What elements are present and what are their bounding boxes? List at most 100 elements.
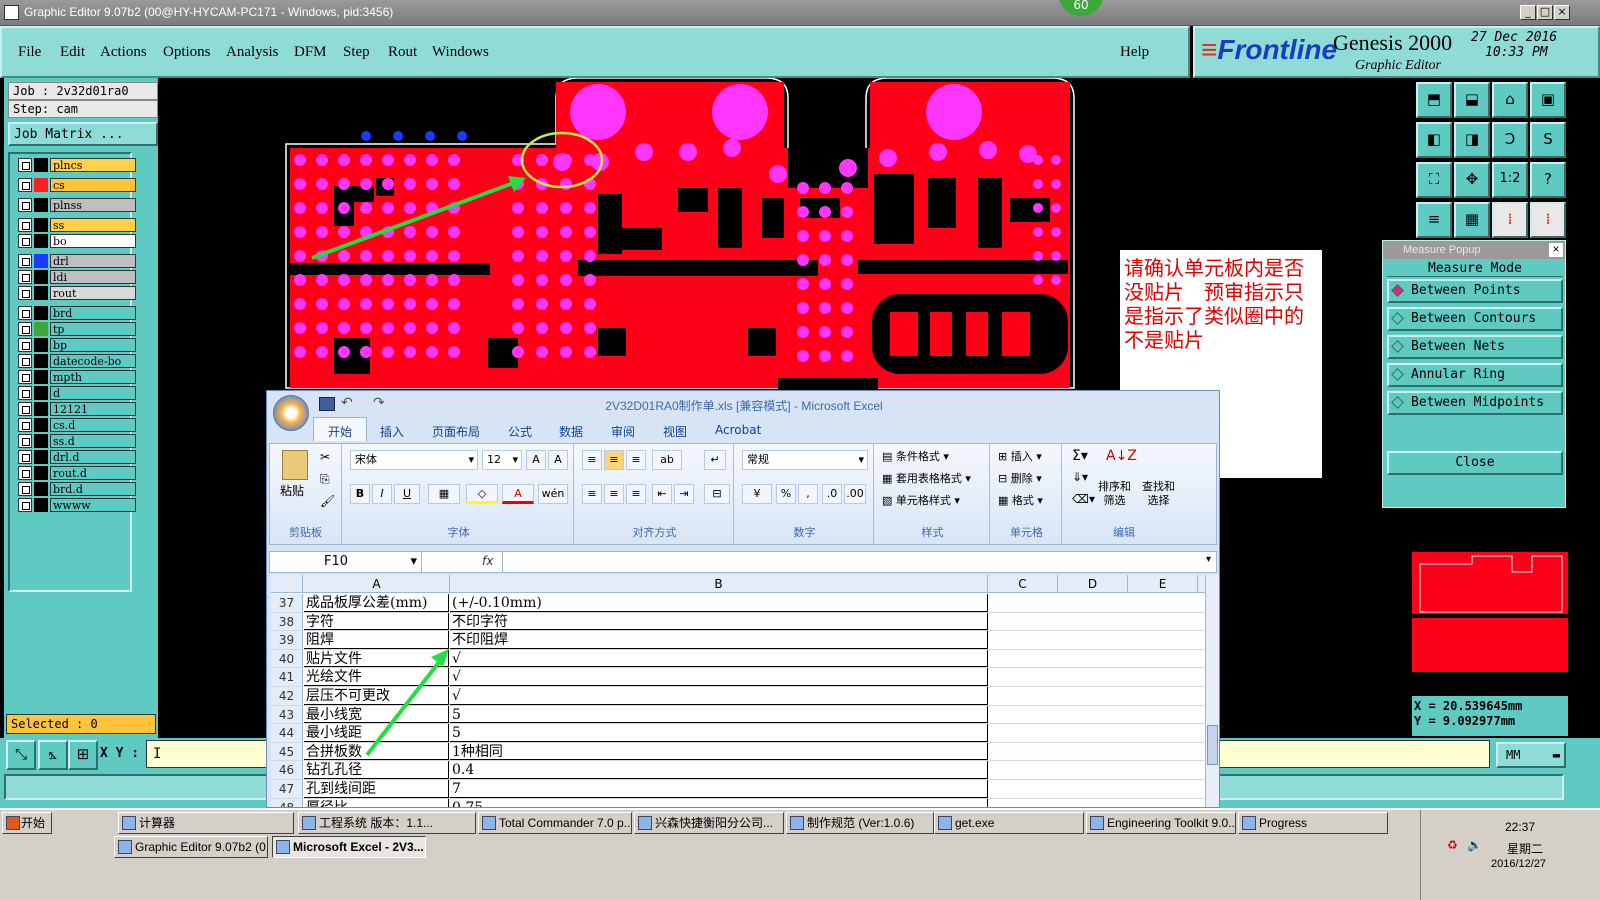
layer-row[interactable]: plnss: [18, 198, 138, 212]
font-size-select[interactable]: 12 ▾: [482, 450, 522, 470]
layer-name[interactable]: bp: [50, 338, 136, 352]
mode-between-points[interactable]: Between Points: [1387, 279, 1563, 303]
find-select-button[interactable]: 查找和 选择: [1142, 480, 1175, 508]
layer-name[interactable]: ldi: [50, 270, 136, 284]
home-icon[interactable]: ⌂: [1492, 82, 1528, 118]
layer-name[interactable]: tp: [50, 322, 136, 336]
taskbar-item[interactable]: Graphic Editor 9.07b2 (0...: [114, 836, 268, 858]
layer-checkbox[interactable]: [18, 254, 32, 268]
tab-home[interactable]: 开始: [328, 423, 352, 440]
layer-checkbox[interactable]: [18, 386, 32, 400]
network-icon[interactable]: ♻: [1447, 838, 1458, 852]
menu-analysis[interactable]: Analysis: [226, 44, 279, 61]
layer-name[interactable]: datecode-bo: [50, 354, 136, 368]
spreadsheet-grid[interactable]: A B C D E 37 成品板厚公差(mm) (+/-0.10mm) 38 字符 不印字…: [271, 575, 1211, 807]
italic-icon[interactable]: I: [372, 484, 392, 504]
merge-center-icon[interactable]: ⊟: [704, 484, 730, 504]
tab-page-layout[interactable]: 页面布局: [432, 423, 480, 440]
fill-icon[interactable]: ⇓▾: [1072, 470, 1088, 484]
layer-row[interactable]: bp: [18, 338, 138, 352]
mode-between-midpoints[interactable]: Between Midpoints: [1387, 391, 1563, 415]
name-box[interactable]: F10 ▾: [270, 552, 422, 572]
taskbar-item[interactable]: 工程系统 版本：1.1...: [298, 812, 476, 834]
board-thumbnail[interactable]: [1412, 552, 1568, 672]
snap-mode-icon[interactable]: ⤡: [6, 740, 36, 770]
insert-cells-button[interactable]: ⊞ 插入 ▾: [998, 448, 1042, 464]
mode-annular-ring[interactable]: Annular Ring: [1387, 363, 1563, 387]
shrink-font-icon[interactable]: A: [548, 450, 568, 470]
cell-styles-button[interactable]: ▧ 单元格样式 ▾: [882, 492, 960, 508]
delete-cells-button[interactable]: ⊟ 删除 ▾: [998, 470, 1042, 486]
scroll-thumb[interactable]: [1207, 725, 1218, 765]
scale-icon[interactable]: 1:2: [1492, 162, 1528, 198]
units-select[interactable]: MM ▬: [1496, 742, 1566, 768]
menu-step[interactable]: Step: [343, 44, 370, 61]
layer-name[interactable]: wwww: [50, 498, 136, 512]
layer-name[interactable]: drl.d: [50, 450, 136, 464]
grid-tool-icon[interactable]: ⊞: [68, 740, 98, 770]
layer-checkbox[interactable]: [18, 218, 32, 232]
center-icon[interactable]: ✥: [1454, 162, 1490, 198]
layer-name[interactable]: cs.d: [50, 418, 136, 432]
format-painter-icon[interactable]: 🖌: [320, 494, 335, 508]
close-button[interactable]: ×: [1554, 5, 1570, 20]
grid-icon[interactable]: ▦: [1454, 202, 1490, 238]
zoom-in-icon[interactable]: ⬓: [1454, 82, 1490, 118]
pan-left-icon[interactable]: ◧: [1416, 122, 1452, 158]
layer-name[interactable]: rout: [50, 286, 136, 300]
taskbar-item[interactable]: get.exe: [934, 812, 1084, 834]
accounting-icon[interactable]: ¥: [742, 484, 772, 504]
sort-filter-button[interactable]: 排序和 筛选: [1098, 480, 1131, 508]
mode-between-nets[interactable]: Between Nets: [1387, 335, 1563, 359]
taskbar-item[interactable]: Total Commander 7.0 p...: [478, 812, 632, 834]
layer-row[interactable]: tp: [18, 322, 138, 336]
layer-row[interactable]: plncs: [18, 158, 138, 172]
tab-insert[interactable]: 插入: [380, 423, 404, 440]
layer-name[interactable]: rout.d: [50, 466, 136, 480]
align-left-icon[interactable]: ≡: [582, 484, 602, 504]
layer-name[interactable]: cs: [50, 178, 136, 192]
measure-close-button[interactable]: Close: [1387, 451, 1563, 475]
layer-row[interactable]: rout: [18, 286, 138, 300]
mode-between-contours[interactable]: Between Contours: [1387, 307, 1563, 331]
taskbar-item[interactable]: 制作规范 (Ver:1.0.6): [786, 812, 934, 834]
layer-checkbox[interactable]: [18, 482, 32, 496]
underline-icon[interactable]: U: [394, 484, 420, 504]
layer-name[interactable]: d: [50, 386, 136, 400]
align-middle-icon[interactable]: ≡: [604, 450, 624, 470]
layer-row[interactable]: ldi: [18, 270, 138, 284]
job-matrix-button[interactable]: Job Matrix ...: [8, 122, 158, 146]
redraw-icon[interactable]: S: [1530, 122, 1566, 158]
layer-name[interactable]: bo: [50, 234, 136, 248]
zoom-home-icon[interactable]: ⬒: [1416, 82, 1452, 118]
taskbar-item[interactable]: 兴森快捷衡阳分公司...: [634, 812, 784, 834]
layer-checkbox[interactable]: [18, 270, 32, 284]
layer-name[interactable]: drl: [50, 254, 136, 268]
align-top-icon[interactable]: ≡: [582, 450, 602, 470]
layer-row[interactable]: datecode-bo: [18, 354, 138, 368]
layer-name[interactable]: brd.d: [50, 482, 136, 496]
layer-checkbox[interactable]: [18, 354, 32, 368]
fit-icon[interactable]: ⛶: [1416, 162, 1452, 198]
layer-name[interactable]: plncs: [50, 158, 136, 172]
align-center-icon[interactable]: ≡: [604, 484, 624, 504]
layer-row[interactable]: bo: [18, 234, 138, 248]
taskbar-item[interactable]: Microsoft Excel - 2V3...: [272, 836, 426, 858]
layer-checkbox[interactable]: [18, 234, 32, 248]
autosum-icon[interactable]: Σ▾: [1072, 448, 1088, 464]
phonetic-icon[interactable]: wén: [538, 484, 568, 504]
pan-right-icon[interactable]: ◨: [1454, 122, 1490, 158]
increase-decimal-icon[interactable]: .0: [822, 484, 842, 504]
layer-checkbox[interactable]: [18, 306, 32, 320]
menu-edit[interactable]: Edit: [60, 44, 85, 61]
tab-formulas[interactable]: 公式: [508, 423, 532, 440]
orientation-icon[interactable]: ab: [652, 450, 682, 470]
layer-checkbox[interactable]: [18, 498, 32, 512]
layer-checkbox[interactable]: [18, 198, 32, 212]
layer-name[interactable]: 12121: [50, 402, 136, 416]
layer-checkbox[interactable]: [18, 286, 32, 300]
layer-row[interactable]: drl.d: [18, 450, 138, 464]
font-color-icon[interactable]: A: [502, 484, 534, 504]
minimize-button[interactable]: _: [1520, 5, 1536, 20]
font-name-select[interactable]: 宋体 ▾: [350, 450, 478, 470]
